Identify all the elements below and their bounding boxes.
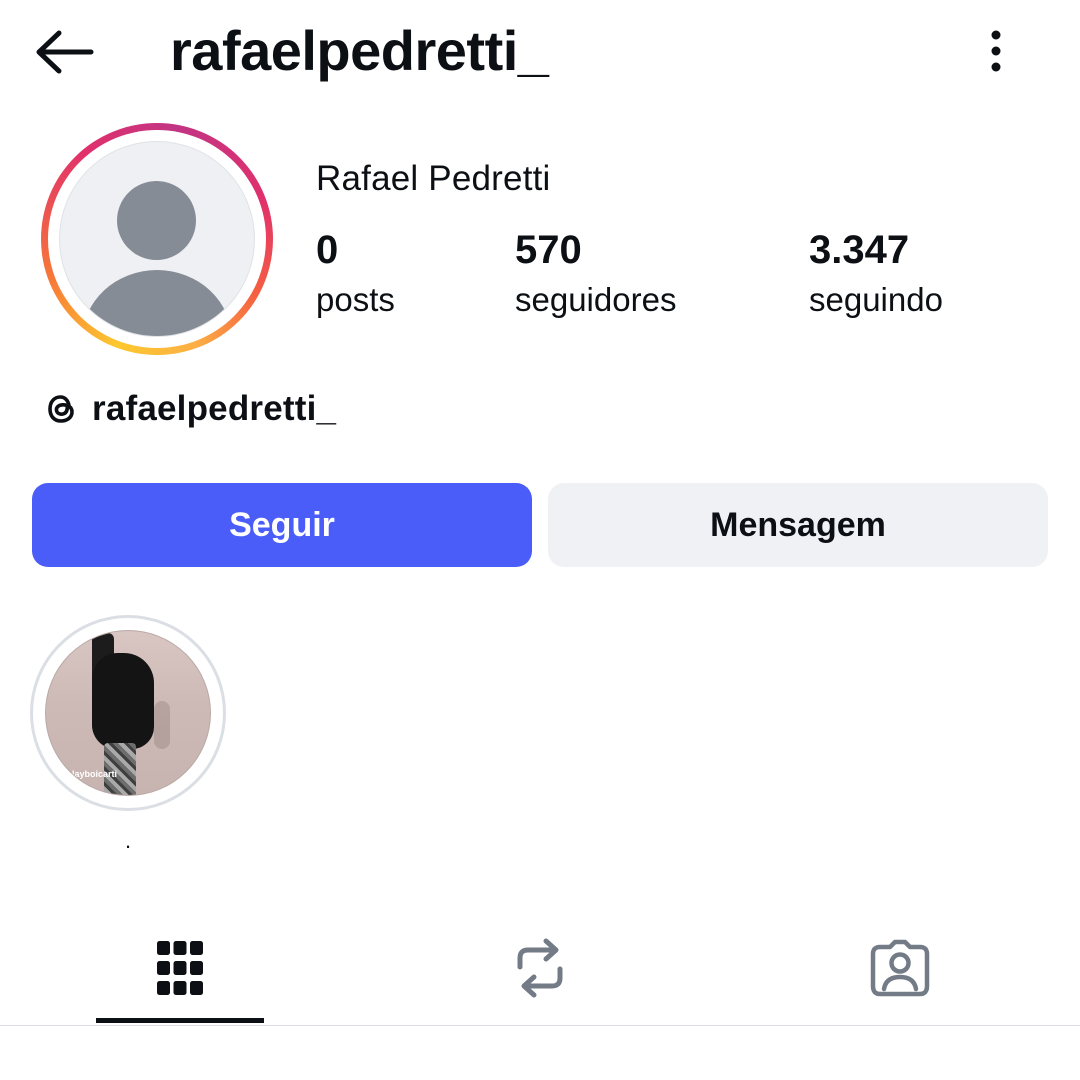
cover-figure-jacket (92, 653, 154, 749)
profile-tabs (0, 912, 1080, 1026)
cover-figure-shadow (154, 701, 170, 749)
profile-avatar-story-ring[interactable] (41, 123, 273, 355)
page-title: rafaelpedretti_ (170, 19, 549, 82)
stat-followers-count: 570 (515, 228, 582, 272)
stat-following-label: seguindo (809, 281, 943, 318)
avatar-border (48, 130, 266, 348)
tagged-icon (870, 939, 930, 997)
story-highlight[interactable]: layboicarti hts (30, 615, 226, 811)
top-bar: rafaelpedretti_ (0, 0, 1080, 105)
more-options-button[interactable] (972, 22, 1020, 80)
story-highlight-cover: layboicarti hts (45, 630, 211, 796)
tab-posts[interactable] (96, 912, 264, 1024)
message-button[interactable]: Mensagem (548, 483, 1048, 567)
stat-following-count: 3.347 (809, 228, 910, 272)
arrow-left-icon (36, 30, 94, 74)
avatar-head (117, 181, 196, 260)
cover-caption: layboicarti hts (72, 769, 118, 790)
tab-reposts[interactable] (456, 912, 624, 1024)
more-vertical-icon (991, 30, 1001, 72)
threads-username: rafaelpedretti_ (92, 389, 337, 428)
threads-profile-link[interactable]: rafaelpedretti_ (44, 386, 336, 432)
back-button[interactable] (28, 22, 100, 82)
follow-button[interactable]: Seguir (32, 483, 532, 567)
stat-following[interactable]: 3.347 seguindo (809, 226, 943, 324)
story-highlight-label: . (124, 828, 132, 853)
stat-posts: 0 posts (316, 226, 395, 324)
default-avatar-icon (59, 141, 255, 337)
stat-followers[interactable]: 570 seguidores (515, 226, 676, 324)
avatar-body (82, 270, 232, 336)
repost-icon (517, 938, 563, 998)
stat-posts-label: posts (316, 281, 395, 318)
threads-icon (44, 391, 80, 427)
active-tab-indicator (96, 1018, 264, 1023)
profile-full-name: Rafael Pedretti (316, 159, 551, 198)
stat-followers-label: seguidores (515, 281, 677, 318)
stat-posts-count: 0 (316, 228, 339, 272)
grid-icon (157, 941, 203, 995)
tab-tagged[interactable] (816, 912, 984, 1024)
